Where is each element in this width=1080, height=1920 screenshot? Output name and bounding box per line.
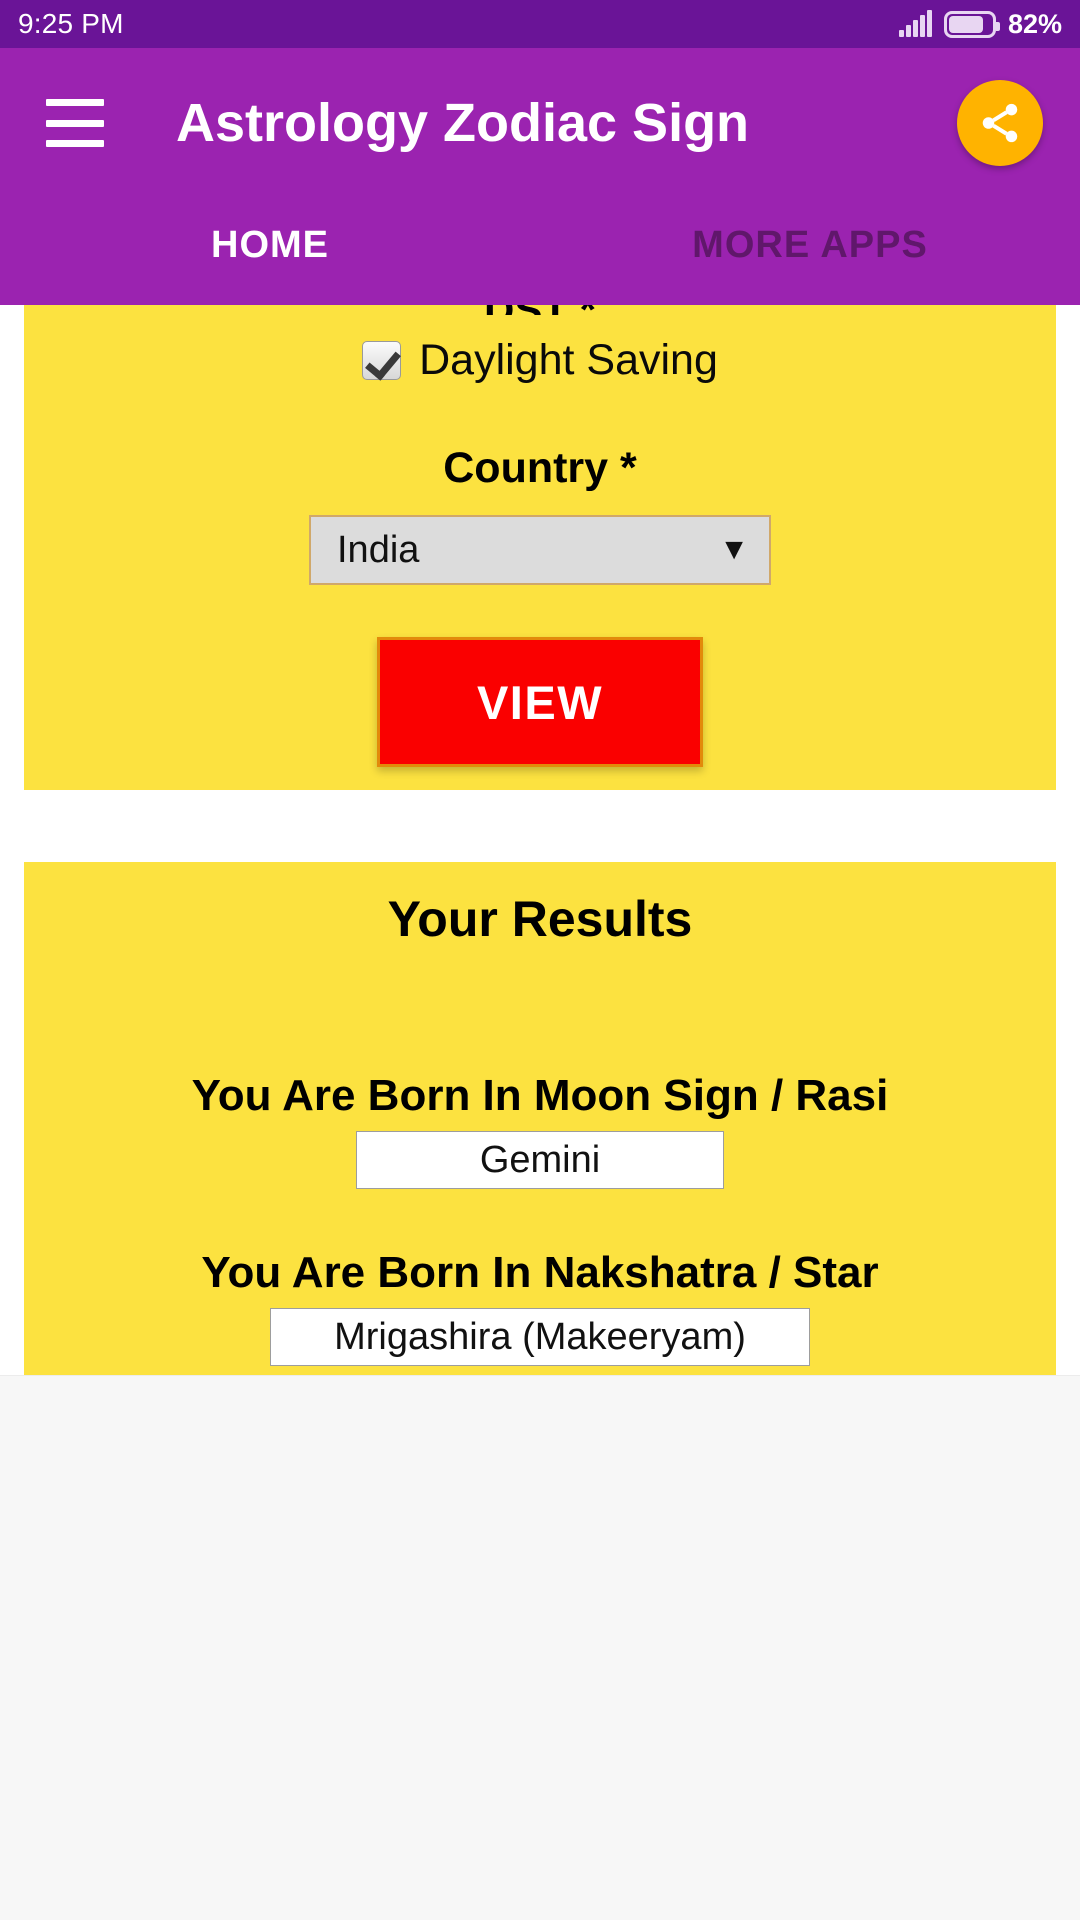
view-button-label: VIEW (476, 675, 604, 729)
nakshatra-value: Mrigashira (Makeeryam) (334, 1316, 746, 1358)
tab-home[interactable]: HOME (0, 198, 540, 305)
battery-percent-label: 82% (1007, 9, 1062, 39)
app-bar: Astrology Zodiac Sign HOME MORE APPS (0, 48, 1080, 305)
battery-icon (943, 10, 1000, 38)
moon-sign-field-wrapper: Gemini (24, 1131, 1056, 1189)
nakshatra-field[interactable]: Mrigashira (Makeeryam) (270, 1308, 810, 1366)
signal-bars-icon (899, 10, 932, 37)
country-selected-value: India (337, 529, 420, 571)
daylight-saving-checkbox[interactable] (362, 341, 402, 380)
moon-sign-value: Gemini (479, 1139, 601, 1181)
results-card: Your Results You Are Born In Moon Sign /… (24, 862, 1056, 1375)
dst-label: DST * (24, 305, 1056, 315)
birth-details-form-card: DST * Daylight Saving Country * India ▼ … (24, 305, 1056, 790)
tab-more-apps[interactable]: MORE APPS (540, 198, 1080, 305)
country-select[interactable]: India ▼ (309, 515, 771, 585)
view-button-wrapper: VIEW (24, 637, 1056, 767)
card-separator (0, 790, 1080, 862)
app-bar-top-row: Astrology Zodiac Sign (0, 48, 1080, 198)
nakshatra-label: You Are Born In Nakshatra / Star (201, 1248, 879, 1297)
scroll-content: DST * Daylight Saving Country * India ▼ … (0, 305, 1080, 1920)
tab-bar: HOME MORE APPS (0, 198, 1080, 305)
hamburger-menu-icon[interactable] (46, 99, 104, 147)
results-title: Your Results (387, 891, 693, 947)
result-row-moon-sign: You Are Born In Moon Sign / Rasi Gemini (24, 1074, 1056, 1189)
daylight-saving-label: Daylight Saving (419, 336, 718, 384)
share-button[interactable] (957, 80, 1043, 166)
status-bar-indicators: 82% (899, 0, 1062, 48)
menu-line-2 (46, 119, 104, 127)
status-bar-clock: 9:25 PM (18, 8, 124, 39)
share-icon (982, 103, 1018, 143)
menu-line-1 (46, 99, 104, 106)
moon-sign-field[interactable]: Gemini (356, 1131, 724, 1189)
moon-sign-label: You Are Born In Moon Sign / Rasi (191, 1071, 889, 1120)
battery-level-fill (948, 15, 984, 33)
nakshatra-field-wrapper: Mrigashira (Makeeryam) (24, 1308, 1056, 1366)
country-select-wrapper: India ▼ (24, 515, 1056, 585)
app-screen: 9:25 PM 82% Astrology Zodiac Sign HOME M… (0, 0, 1080, 1920)
chevron-down-icon: ▼ (719, 533, 749, 566)
view-button[interactable]: VIEW (377, 637, 703, 767)
menu-line-3 (46, 140, 104, 147)
daylight-saving-row[interactable]: Daylight Saving (24, 339, 1056, 382)
app-title: Astrology Zodiac Sign (176, 93, 750, 153)
page-footer-area (0, 1375, 1080, 1920)
result-row-nakshatra: You Are Born In Nakshatra / Star Mrigash… (24, 1251, 1056, 1366)
country-label: Country * (443, 444, 637, 492)
status-bar: 9:25 PM 82% (0, 0, 1080, 48)
